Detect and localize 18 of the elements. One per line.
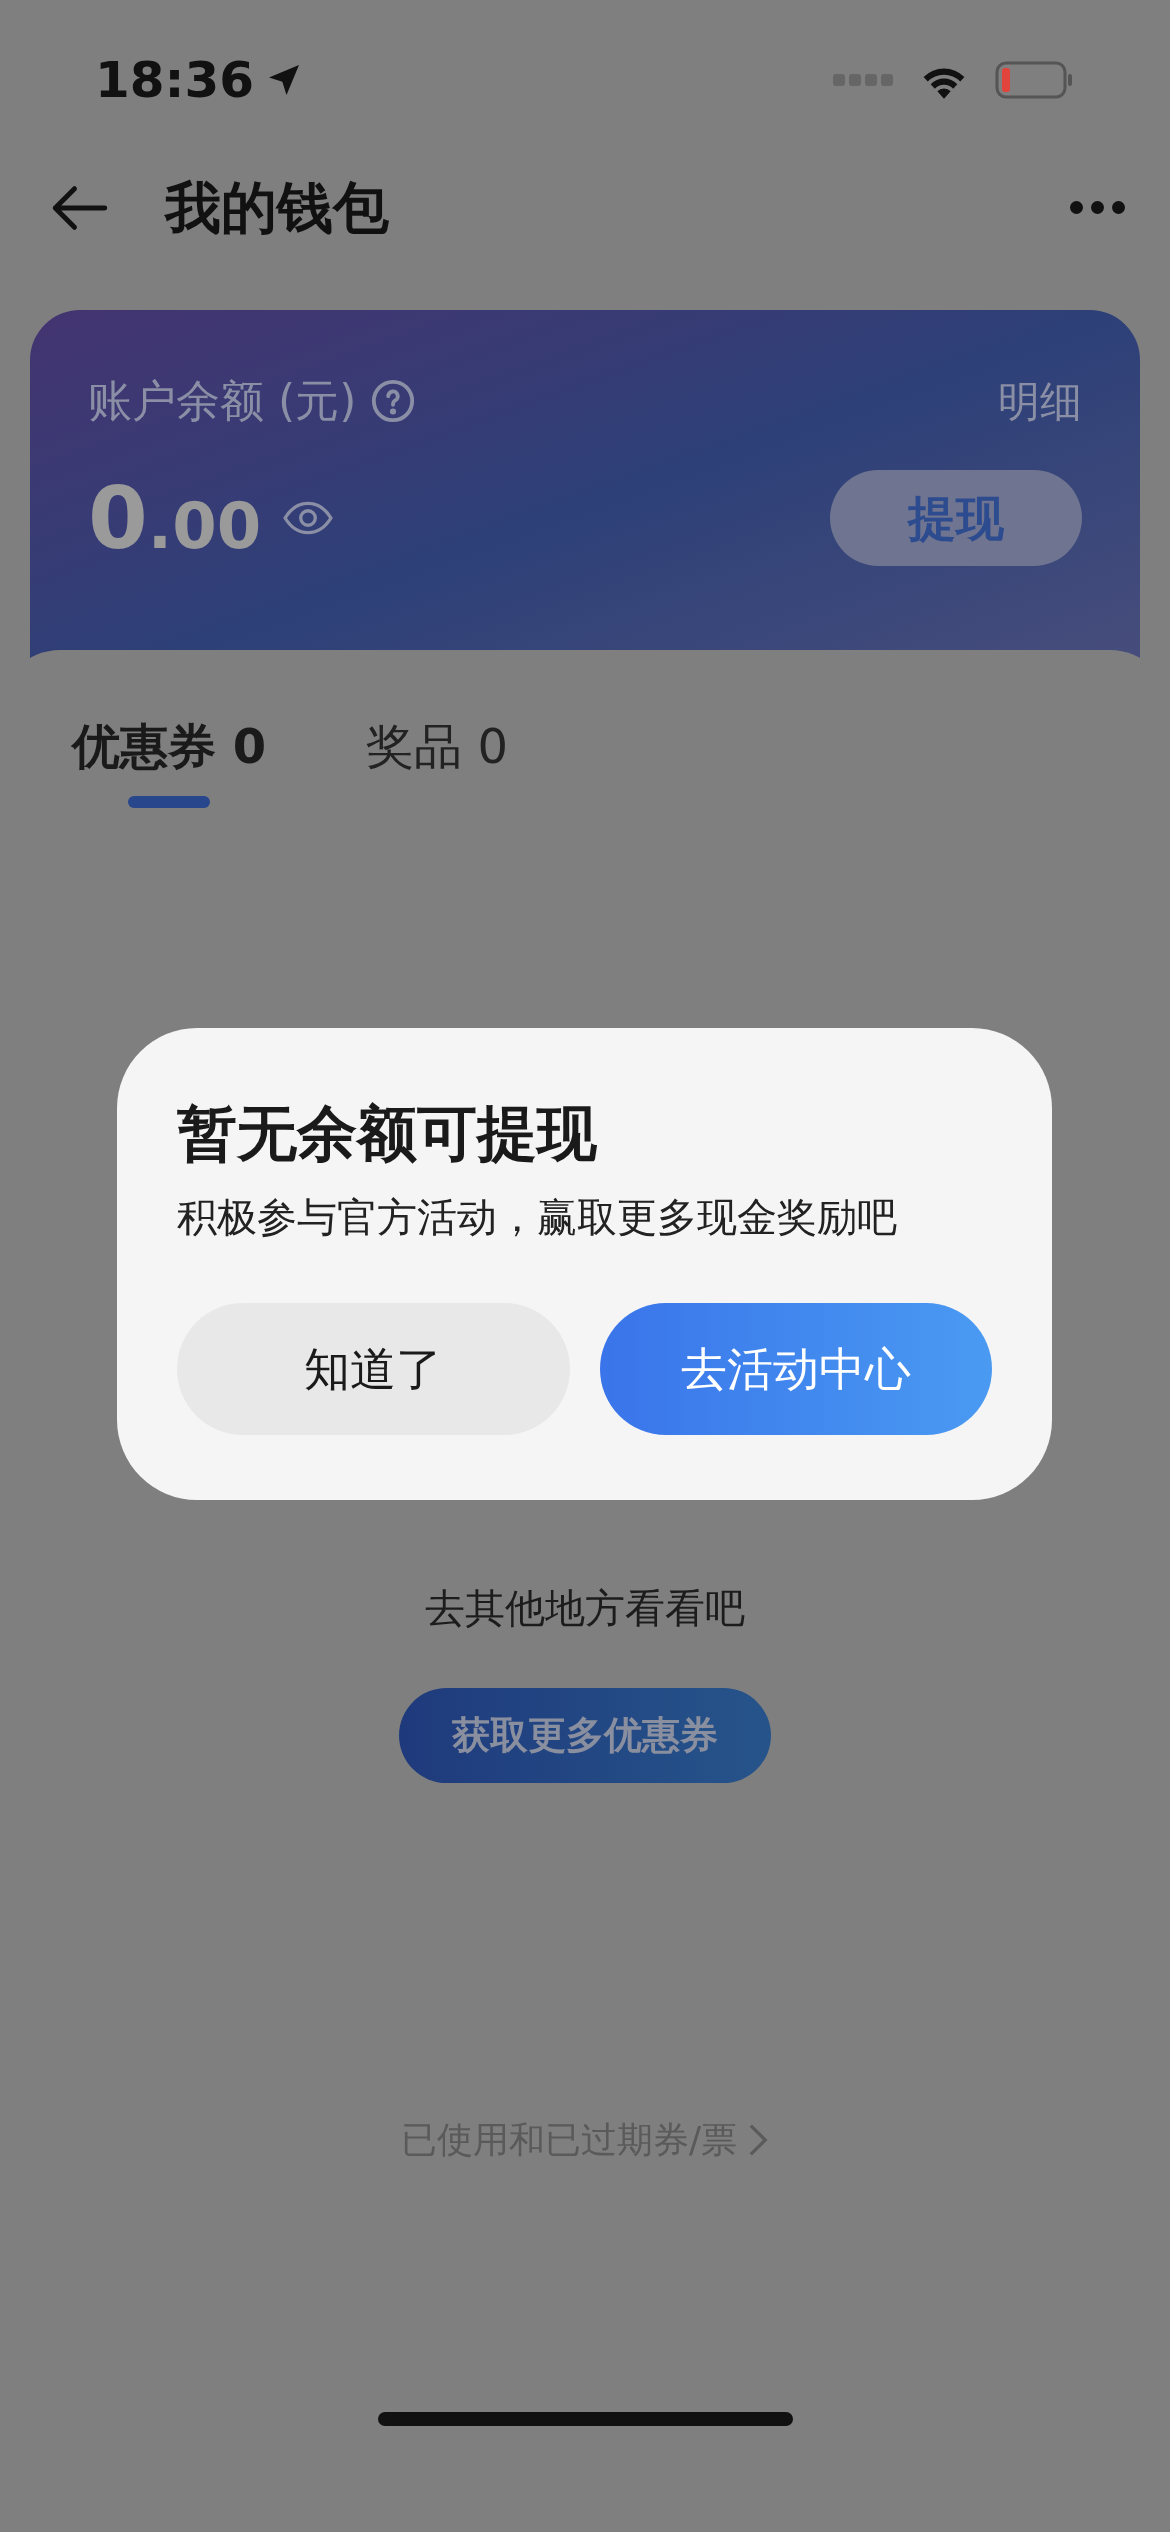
balance-label: 账户余额 (元) bbox=[88, 374, 357, 428]
battery-icon bbox=[995, 61, 1075, 99]
status-time: 18:36 bbox=[95, 49, 255, 111]
tab[interactable]: 奖品 0 bbox=[366, 710, 508, 808]
activity-center-button[interactable]: 去活动中心 bbox=[599, 1303, 992, 1435]
get-coupons-button[interactable]: 获取更多优惠券 bbox=[399, 1688, 771, 1783]
dismiss-button[interactable]: 知道了 bbox=[177, 1303, 570, 1435]
withdraw-button[interactable]: 提现 bbox=[830, 470, 1082, 566]
chevron-right-icon bbox=[747, 2122, 770, 2158]
dialog-title: 暂无余额可提现 bbox=[177, 1097, 598, 1170]
balance-amount: 0.00 bbox=[88, 475, 262, 561]
page-title: 我的钱包 bbox=[165, 173, 389, 242]
tab[interactable]: 优惠券 0 bbox=[72, 710, 267, 808]
signal-icon bbox=[833, 72, 893, 88]
help-icon[interactable] bbox=[370, 378, 417, 424]
dialog-message: 积极参与官方活动，赢取更多现金奖励吧 bbox=[177, 1193, 898, 1242]
empty-subtitle: 去其他地方看看吧 bbox=[425, 1584, 745, 1633]
detail-link[interactable]: 明细 bbox=[998, 369, 1082, 433]
